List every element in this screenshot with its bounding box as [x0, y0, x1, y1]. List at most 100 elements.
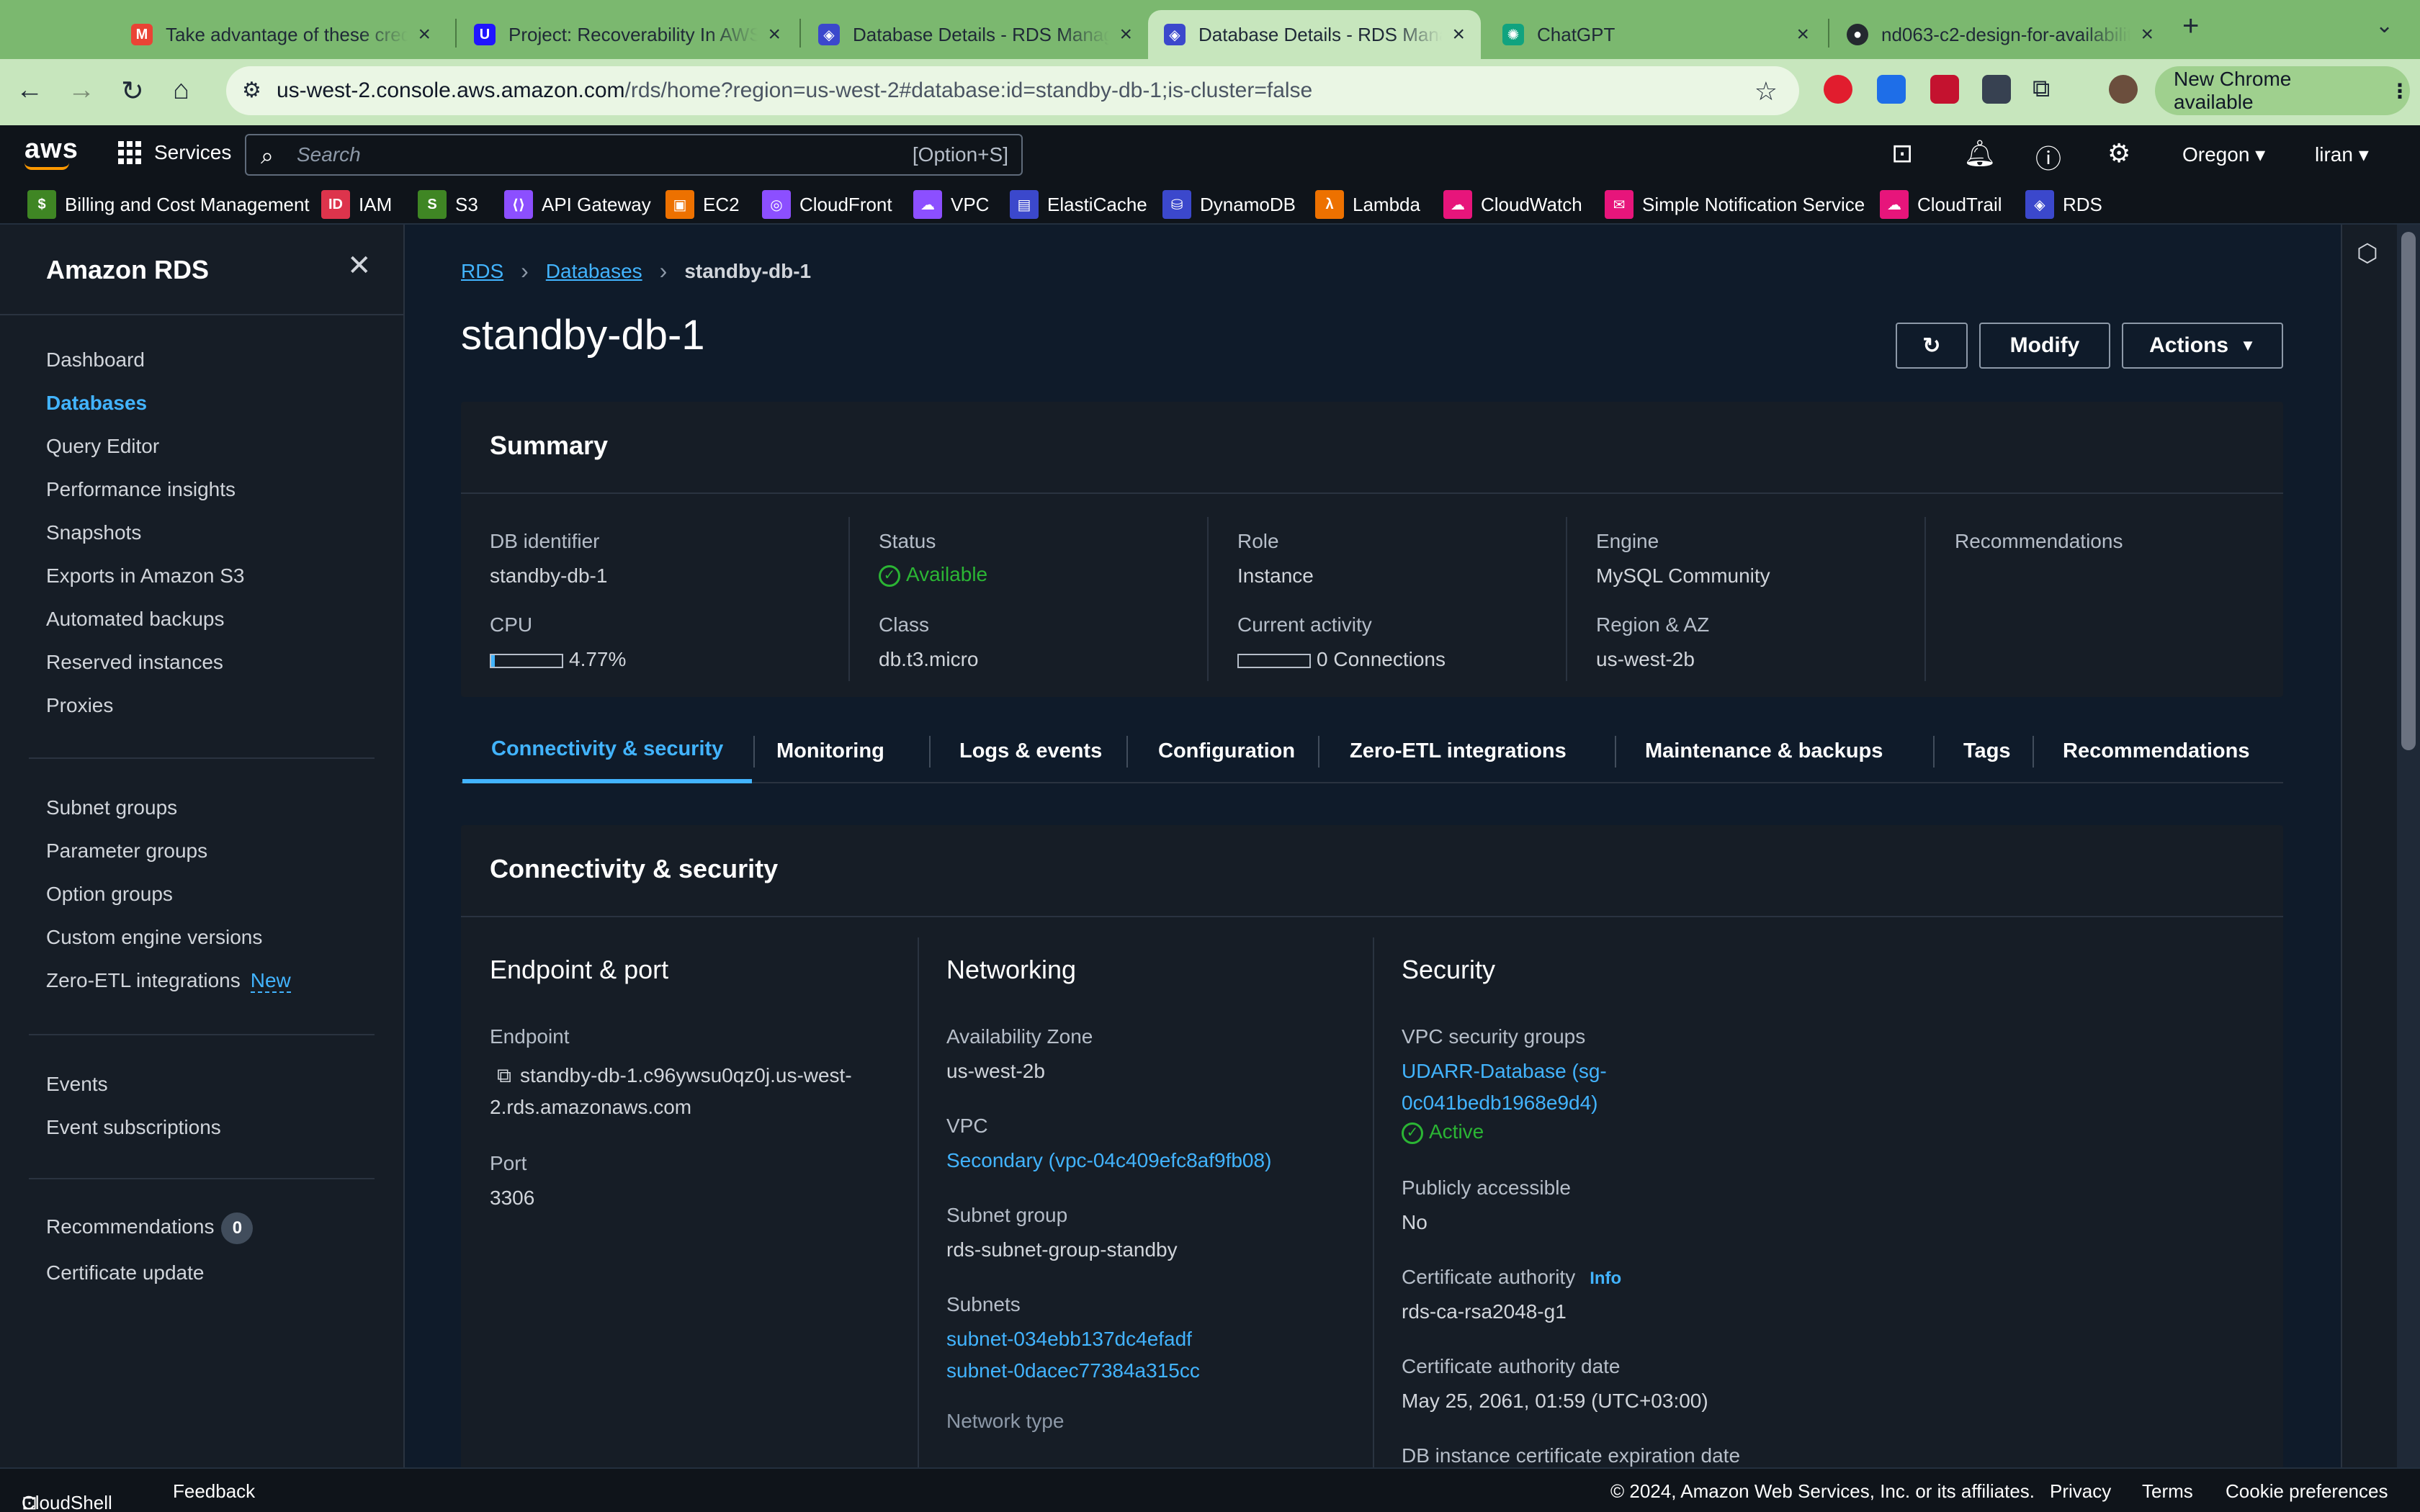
- extensions-puzzle-icon[interactable]: ⧉: [2033, 75, 2050, 103]
- sidebar-item-event-subscriptions[interactable]: Event subscriptions: [46, 1116, 221, 1139]
- browser-tab[interactable]: ● nd063-c2-design-for-availability ×: [1831, 10, 2169, 59]
- browser-tab[interactable]: U Project: Recoverability In AWS ×: [458, 10, 797, 59]
- browser-tab[interactable]: ◈ Database Details - RDS Manage ×: [802, 10, 1148, 59]
- close-tab-icon[interactable]: ×: [2141, 22, 2154, 47]
- sidebar-item-custom-engine-versions[interactable]: Custom engine versions: [46, 926, 262, 949]
- tab-tags[interactable]: Tags: [1935, 719, 2040, 783]
- sidebar-item-subnet-groups[interactable]: Subnet groups: [46, 796, 177, 819]
- subnet-link[interactable]: subnet-0dacec77384a315cc: [946, 1355, 1200, 1387]
- services-menu[interactable]: Services: [118, 141, 231, 164]
- tab-connectivity-security[interactable]: Connectivity & security: [462, 719, 753, 783]
- copy-icon[interactable]: ⧉: [497, 1064, 511, 1086]
- extension-red-icon[interactable]: [1930, 75, 1959, 104]
- ca-date-label: Certificate authority date: [1402, 1355, 1621, 1377]
- favorite-cloudwatch[interactable]: ☁ CloudWatch: [1443, 189, 1582, 220]
- favorite-ec2[interactable]: ▣ EC2: [666, 189, 740, 220]
- favorite-label: API Gateway: [542, 193, 651, 215]
- vpc-link[interactable]: Secondary (vpc-04c409efc8af9fb08): [946, 1145, 1271, 1176]
- sidebar-item-parameter-groups[interactable]: Parameter groups: [46, 840, 207, 863]
- sidebar-item-dashboard[interactable]: Dashboard: [46, 348, 145, 372]
- favorite-vpc[interactable]: ☁ VPC: [913, 189, 989, 220]
- favorite-rds[interactable]: ◈ RDS: [2025, 189, 2102, 220]
- reload-icon[interactable]: ↻: [121, 75, 144, 107]
- close-tab-icon[interactable]: ×: [768, 22, 781, 47]
- tab-monitoring[interactable]: Monitoring: [745, 719, 916, 783]
- page-scrollbar[interactable]: [2397, 225, 2420, 1467]
- close-tab-icon[interactable]: ×: [1119, 22, 1132, 47]
- site-settings-icon[interactable]: ⚙: [242, 78, 261, 103]
- favorite-billing[interactable]: $ Billing and Cost Management: [27, 189, 310, 220]
- sidebar-item-reserved-instances[interactable]: Reserved instances: [46, 651, 223, 674]
- refresh-button[interactable]: ↻: [1896, 323, 1968, 369]
- sidebar-item-automated-backups[interactable]: Automated backups: [46, 608, 225, 631]
- tab-recommendations[interactable]: Recommendations: [2034, 719, 2278, 783]
- favorite-cloudtrail[interactable]: ☁ CloudTrail: [1880, 189, 2002, 220]
- favorite-iam[interactable]: ID IAM: [321, 189, 392, 220]
- close-tab-icon[interactable]: ×: [418, 22, 431, 47]
- sidebar-item-events[interactable]: Events: [46, 1073, 108, 1096]
- sidebar-item-option-groups[interactable]: Option groups: [46, 883, 173, 906]
- subnet-link[interactable]: subnet-034ebb137dc4efadf: [946, 1323, 1192, 1355]
- close-sidebar-icon[interactable]: ✕: [347, 249, 372, 282]
- feedback-link[interactable]: Feedback: [173, 1480, 255, 1503]
- search-input[interactable]: ⌕ Search [Option+S]: [245, 134, 1023, 176]
- favorite-s3[interactable]: S S3: [418, 189, 478, 220]
- extension-opera-icon[interactable]: [1824, 75, 1852, 104]
- sidebar-item-certificate-update[interactable]: Certificate update: [46, 1261, 204, 1284]
- sidebar-item-recommendations[interactable]: Recommendations 0: [46, 1212, 254, 1244]
- sidebar-item-zero-etl[interactable]: Zero-ETL integrations New: [46, 969, 291, 993]
- sidebar-item-proxies[interactable]: Proxies: [46, 694, 113, 717]
- favorite-dynamodb[interactable]: ⛁ DynamoDB: [1162, 189, 1296, 220]
- actions-label: Actions: [2149, 333, 2229, 357]
- sidebar-item-snapshots[interactable]: Snapshots: [46, 521, 141, 544]
- tab-search-chevron-icon[interactable]: ⌄: [2375, 13, 2393, 38]
- actions-button[interactable]: Actions ▼: [2122, 323, 2283, 369]
- bookmark-star-icon[interactable]: ☆: [1754, 76, 1778, 107]
- new-chrome-available-button[interactable]: New Chrome available ⋮: [2155, 66, 2410, 115]
- notifications-bell-icon[interactable]: 🔔︎: [1963, 138, 1996, 168]
- terms-link[interactable]: Terms: [2142, 1480, 2193, 1503]
- favorite-cloudfront[interactable]: ◎ CloudFront: [762, 189, 892, 220]
- profile-avatar[interactable]: [2109, 75, 2138, 104]
- forward-icon[interactable]: →: [68, 75, 95, 106]
- tab-maintenance-backups[interactable]: Maintenance & backups: [1616, 719, 1912, 783]
- aws-logo[interactable]: aws: [24, 134, 79, 170]
- close-tab-icon[interactable]: ×: [1452, 22, 1465, 47]
- privacy-link[interactable]: Privacy: [2050, 1480, 2111, 1503]
- favorite-sns[interactable]: ✉ Simple Notification Service: [1605, 189, 1865, 220]
- browser-tab[interactable]: ✺ ChatGPT ×: [1487, 10, 1825, 59]
- favorite-api-gateway[interactable]: ⟨⟩ API Gateway: [504, 189, 651, 220]
- close-tab-icon[interactable]: ×: [1796, 22, 1809, 47]
- tab-title: Project: Recoverability In AWS: [508, 23, 758, 45]
- security-group-link[interactable]: UDARR-Database (sg- 0c041bedb1968e9d4): [1402, 1056, 1607, 1119]
- home-icon[interactable]: ⌂: [173, 75, 189, 106]
- breadcrumb-databases[interactable]: Databases: [546, 260, 642, 283]
- tab-zero-etl[interactable]: Zero-ETL integrations: [1319, 719, 1597, 783]
- new-tab-icon[interactable]: +: [2182, 10, 2199, 42]
- account-menu[interactable]: liran ▾: [2315, 143, 2369, 166]
- region-selector[interactable]: Oregon ▾: [2182, 143, 2265, 166]
- cloudshell-icon[interactable]: ⊡: [1891, 138, 1913, 168]
- settings-gear-icon[interactable]: ⚙: [2107, 138, 2130, 168]
- info-link[interactable]: Info: [1590, 1269, 1621, 1288]
- cookie-preferences-link[interactable]: Cookie preferences: [2226, 1480, 2388, 1503]
- tab-logs-events[interactable]: Logs & events: [931, 719, 1131, 783]
- sidebar-item-performance-insights[interactable]: Performance insights: [46, 478, 236, 501]
- address-bar[interactable]: ⚙ us-west-2.console.aws.amazon.com/rds/h…: [226, 66, 1799, 115]
- help-panel-icon[interactable]: ⬡: [2357, 239, 2378, 268]
- browser-tab-active[interactable]: ◈ Database Details - RDS Manage ×: [1148, 10, 1481, 59]
- browser-tab[interactable]: M Take advantage of these credits ×: [115, 10, 447, 59]
- sidebar-item-databases[interactable]: Databases: [46, 392, 147, 415]
- breadcrumb-rds[interactable]: RDS: [461, 260, 503, 283]
- extension-dark-icon[interactable]: [1982, 75, 2011, 104]
- modify-button[interactable]: Modify: [1979, 323, 2110, 369]
- tab-configuration[interactable]: Configuration: [1128, 719, 1325, 783]
- scrollbar-thumb[interactable]: [2401, 232, 2416, 750]
- favorite-lambda[interactable]: λ Lambda: [1315, 189, 1420, 220]
- back-icon[interactable]: ←: [16, 75, 43, 106]
- extension-blue-icon[interactable]: [1877, 75, 1906, 104]
- favorite-elasticache[interactable]: ▤ ElastiCache: [1010, 189, 1147, 220]
- sidebar-item-exports-s3[interactable]: Exports in Amazon S3: [46, 564, 244, 588]
- sidebar-item-query-editor[interactable]: Query Editor: [46, 435, 159, 458]
- help-icon[interactable]: ⓘ: [2035, 138, 2061, 176]
